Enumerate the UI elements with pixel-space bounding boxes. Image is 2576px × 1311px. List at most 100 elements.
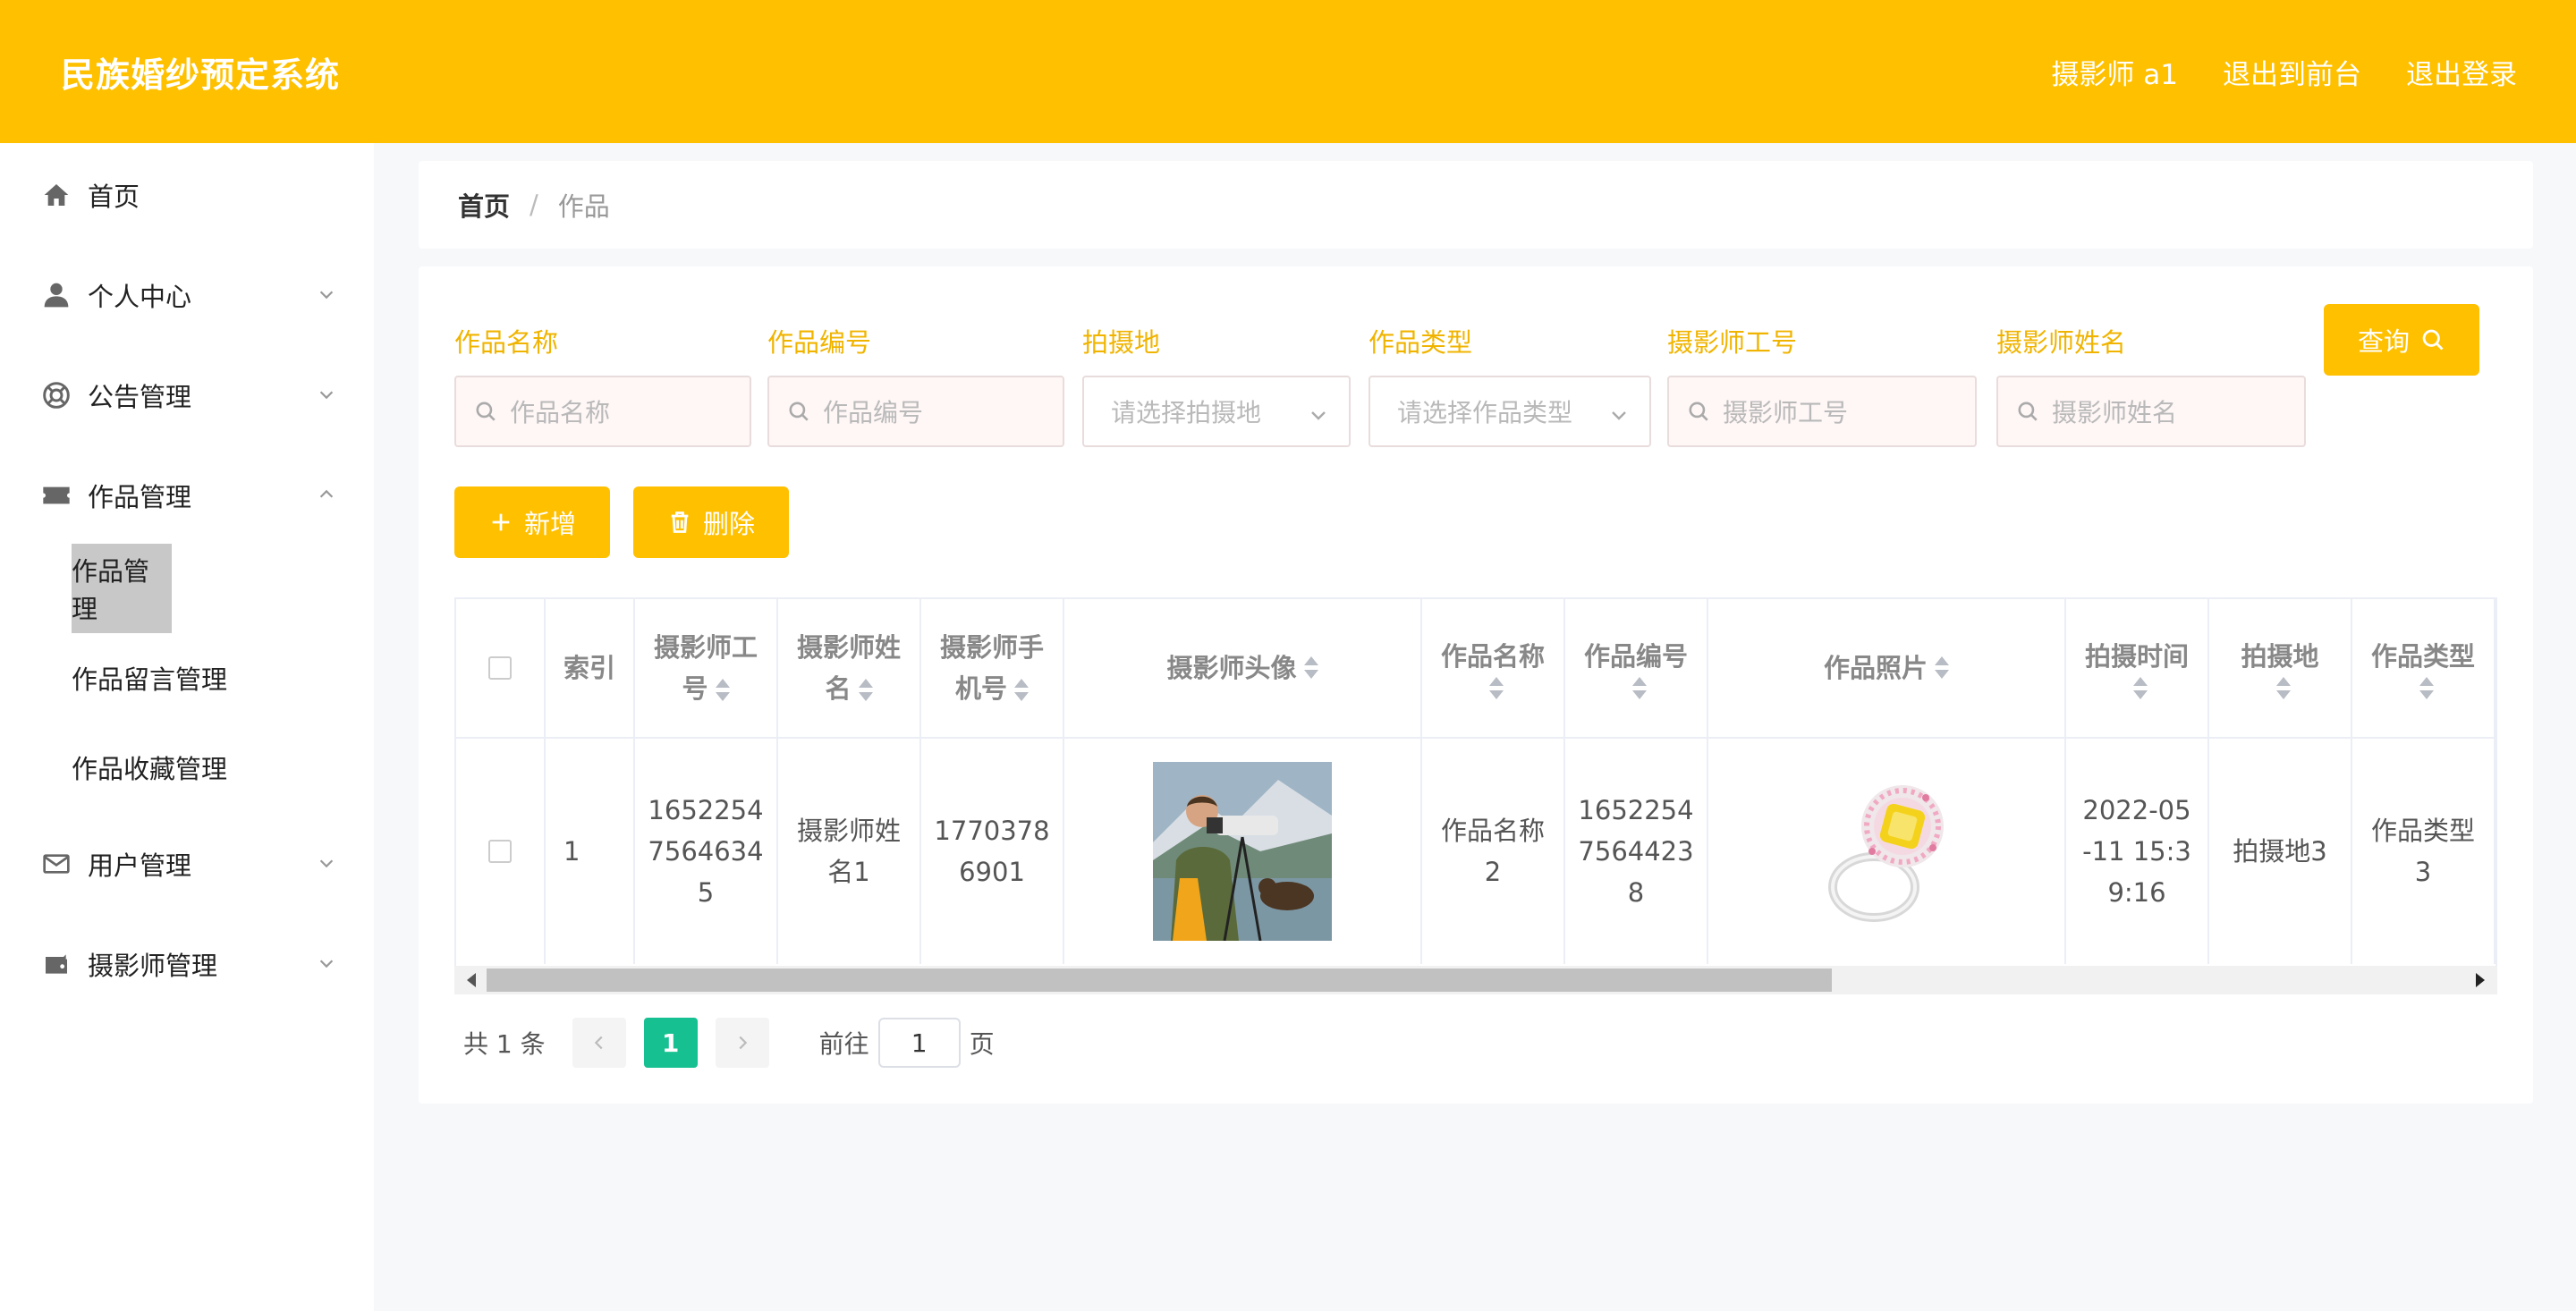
- sidebar-item-users[interactable]: 用户管理: [0, 828, 374, 900]
- photographer-name-input[interactable]: 摄影师姓名: [1996, 376, 2306, 447]
- header-work-no[interactable]: 作品编号: [1565, 599, 1708, 737]
- add-button[interactable]: 新增: [454, 486, 610, 558]
- cell-text: 2: [1484, 857, 1502, 887]
- scrollbar-thumb[interactable]: [487, 968, 1832, 992]
- work-no-input[interactable]: 作品编号: [767, 376, 1064, 447]
- sidebar-item-photographers[interactable]: 摄影师管理: [0, 928, 374, 1000]
- mail-icon: [41, 849, 72, 879]
- exit-to-front-link[interactable]: 退出到前台: [2223, 52, 2361, 92]
- header-work-photo[interactable]: 作品照片: [1708, 599, 2066, 737]
- sort-icon[interactable]: [858, 679, 873, 702]
- chevron-down-icon: [1608, 402, 1630, 424]
- sub-item-label: 作品收藏管理: [72, 754, 228, 784]
- placeholder-text: 摄影师工号: [1723, 398, 1849, 427]
- cell-work-type: 作品类型 3: [2352, 739, 2496, 964]
- header-label: 机号: [954, 673, 1007, 704]
- work-type-select[interactable]: 请选择作品类型: [1368, 376, 1651, 447]
- cell-text: 7564423: [1578, 836, 1694, 867]
- sidebar-item-home[interactable]: 首页: [0, 159, 374, 231]
- placeholder-text: 请选择作品类型: [1397, 398, 1573, 427]
- select-all-checkbox[interactable]: [488, 656, 512, 680]
- search-button[interactable]: 查询: [2324, 304, 2479, 376]
- trash-icon: [667, 510, 692, 535]
- header-shoot-time[interactable]: 拍摄时间: [2066, 599, 2209, 737]
- header-label: 摄影师手: [939, 632, 1044, 663]
- cell-text: -11 15:3: [2082, 836, 2191, 867]
- header-actions: 摄影师 a1 退出到前台 退出登录: [2051, 52, 2517, 92]
- sidebar-item-label: 首页: [88, 182, 140, 212]
- prev-page-button[interactable]: [572, 1018, 626, 1068]
- work-photo-image[interactable]: [1797, 762, 1976, 941]
- home-icon: [41, 180, 72, 210]
- header-work-name[interactable]: 作品名称: [1422, 599, 1565, 737]
- table-row[interactable]: 1 1652254 7564634 5 摄影师姓 名1 1770378 6901: [456, 739, 2496, 964]
- scroll-left-icon[interactable]: [467, 973, 476, 987]
- page-jump-input[interactable]: 1: [877, 1018, 961, 1068]
- sort-icon[interactable]: [715, 679, 730, 702]
- chevron-right-icon: [739, 1036, 747, 1050]
- header-label: 作品照片: [1823, 653, 1928, 683]
- photographer-id-input[interactable]: 摄影师工号: [1667, 376, 1977, 447]
- row-checkbox[interactable]: [488, 840, 512, 863]
- cell-text: 1652254: [1578, 795, 1694, 825]
- search-icon: [787, 400, 810, 423]
- scroll-right-icon[interactable]: [2476, 973, 2485, 987]
- cell-shoot-time: 2022-05 -11 15:3 9:16: [2066, 739, 2209, 964]
- current-user[interactable]: 摄影师 a1: [2051, 52, 2178, 92]
- logout-link[interactable]: 退出登录: [2406, 52, 2517, 92]
- header-photographer-phone[interactable]: 摄影师手 机号: [921, 599, 1064, 737]
- photographer-avatar-image[interactable]: [1153, 762, 1332, 941]
- header-photographer-id[interactable]: 摄影师工 号: [635, 599, 778, 737]
- header-label: 作品类型: [2370, 641, 2475, 672]
- cell-work-photo: [1708, 739, 2066, 964]
- header-label: 摄影师姓: [796, 632, 901, 663]
- sub-item-works-manage[interactable]: 作品管理: [72, 544, 172, 633]
- breadcrumb-separator: /: [530, 190, 538, 220]
- sort-icon[interactable]: [2133, 677, 2148, 700]
- sort-icon[interactable]: [1632, 677, 1647, 700]
- breadcrumb-home[interactable]: 首页: [458, 186, 510, 224]
- cell-text: 5: [697, 877, 715, 908]
- table-header: 索引 摄影师工 号 摄影师姓 名 摄影师手 机号 摄影师头像 作品名称 作品编号…: [456, 599, 2496, 739]
- delete-button-label: 删除: [702, 509, 755, 539]
- sort-icon[interactable]: [2276, 677, 2291, 700]
- header-index-label: 索引: [563, 653, 615, 683]
- sidebar-item-notice[interactable]: 公告管理: [0, 359, 374, 431]
- header-photographer-name[interactable]: 摄影师姓 名: [778, 599, 921, 737]
- header-shoot-place[interactable]: 拍摄地: [2209, 599, 2352, 737]
- horizontal-scrollbar[interactable]: [454, 966, 2497, 994]
- header-photographer-avatar[interactable]: 摄影师头像: [1064, 599, 1422, 737]
- sidebar-item-profile[interactable]: 个人中心: [0, 259, 374, 331]
- cell-photographer-phone: 1770378 6901: [921, 739, 1064, 964]
- header-label: 拍摄时间: [2084, 641, 2189, 672]
- sub-item-label: 作品管理: [72, 556, 150, 624]
- sidebar-item-works[interactable]: 作品管理: [0, 460, 374, 531]
- sub-item-work-favorites[interactable]: 作品收藏管理: [72, 723, 227, 812]
- placeholder-text: 摄影师姓名: [2052, 398, 2178, 427]
- cell-photographer-name: 摄影师姓 名1: [778, 739, 921, 964]
- sort-icon[interactable]: [1935, 656, 1949, 680]
- header-label: 作品编号: [1583, 641, 1688, 672]
- sort-icon[interactable]: [1014, 679, 1029, 702]
- search-button-label: 查询: [2357, 326, 2410, 357]
- cell-text: 6901: [959, 857, 1025, 887]
- shoot-place-select[interactable]: 请选择拍摄地: [1082, 376, 1351, 447]
- placeholder-text: 作品名称: [510, 398, 611, 427]
- add-button-label: 新增: [523, 509, 576, 539]
- chevron-down-icon: [317, 385, 336, 404]
- delete-button[interactable]: 删除: [633, 486, 789, 558]
- sort-icon[interactable]: [1489, 677, 1504, 700]
- app-title: 民族婚纱预定系统: [61, 55, 341, 95]
- header-work-type[interactable]: 作品类型: [2352, 599, 2496, 737]
- search-icon: [474, 400, 497, 423]
- work-name-input[interactable]: 作品名称: [454, 376, 751, 447]
- sort-icon[interactable]: [1303, 656, 1318, 680]
- sort-icon[interactable]: [2419, 677, 2434, 700]
- row-select: [456, 739, 546, 964]
- cell-text: 8: [1627, 877, 1645, 908]
- cell-text: 1770378: [934, 816, 1050, 846]
- sub-item-work-comments[interactable]: 作品留言管理: [72, 633, 227, 723]
- next-page-button[interactable]: [715, 1018, 769, 1068]
- cell-text: 2022-05: [2082, 795, 2191, 825]
- page-number-current[interactable]: 1: [643, 1018, 698, 1068]
